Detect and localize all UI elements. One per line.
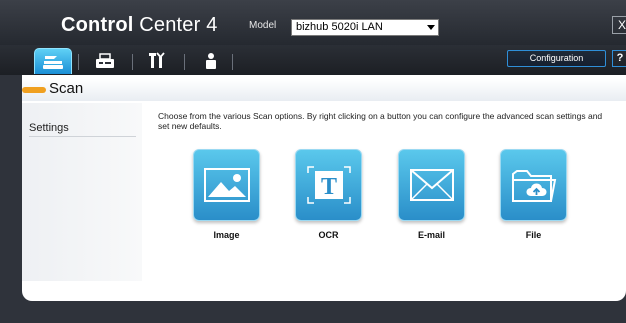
scanner-icon <box>43 55 63 69</box>
envelope-icon <box>409 169 454 201</box>
tab-device-settings[interactable] <box>138 48 176 74</box>
image-icon <box>203 168 250 202</box>
sidebar-item-settings[interactable]: Settings <box>29 122 69 134</box>
divider <box>29 136 136 137</box>
tab-scan[interactable] <box>34 48 72 74</box>
close-button[interactable]: X <box>612 16 626 34</box>
app-title: Control Center 4 <box>61 14 218 36</box>
scan-description: Choose from the various Scan options. By… <box>158 111 603 131</box>
file-scan-button[interactable] <box>500 149 567 221</box>
image-label: Image <box>213 230 240 240</box>
dropdown-arrow-icon <box>427 25 435 30</box>
tab-separator <box>78 54 79 70</box>
scan-section-marker <box>22 87 46 93</box>
model-select-value: bizhub 5020i LAN <box>296 21 383 33</box>
tools-icon <box>149 52 165 68</box>
email-label: E-mail <box>417 230 445 240</box>
ocr-icon: T <box>306 166 351 204</box>
email-scan-button[interactable] <box>398 149 465 221</box>
model-label: Model <box>249 20 277 31</box>
tab-support[interactable] <box>192 48 230 74</box>
tab-separator <box>184 54 185 70</box>
tab-separator <box>132 54 133 70</box>
scan-header <box>22 79 626 101</box>
tab-pc-fax[interactable] <box>86 48 124 74</box>
person-icon <box>206 53 216 69</box>
image-scan-button[interactable] <box>193 149 260 221</box>
folder-icon <box>511 170 556 202</box>
ocr-label: OCR <box>318 230 339 240</box>
svg-text:T: T <box>320 174 336 200</box>
tab-separator <box>232 54 233 70</box>
model-select[interactable]: bizhub 5020i LAN <box>291 19 439 36</box>
file-label: File <box>525 230 542 240</box>
fax-icon <box>96 53 114 68</box>
help-button[interactable]: ? <box>612 50 626 67</box>
ocr-scan-button[interactable]: T <box>295 149 362 221</box>
status-strip <box>0 301 626 323</box>
page-title: Scan <box>49 80 84 97</box>
configuration-button[interactable]: Configuration <box>507 50 606 67</box>
title-bar: Control Center 4 Model bizhub 5020i LAN … <box>0 0 626 45</box>
